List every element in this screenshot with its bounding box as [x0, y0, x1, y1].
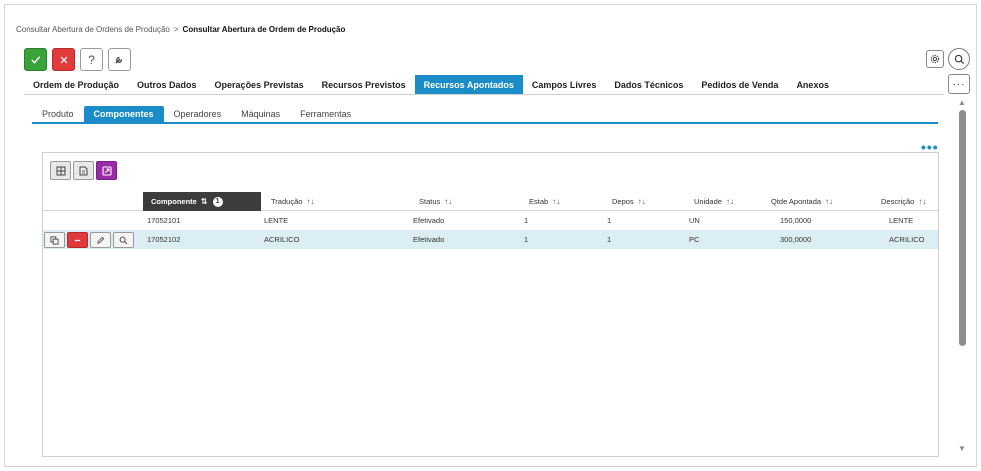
breadcrumb-current: Consultar Abertura de Ordem de Produção — [182, 25, 346, 34]
row-actions — [44, 232, 134, 248]
global-search-button[interactable] — [948, 48, 970, 70]
tab-ordem-de-producao[interactable]: Ordem de Produção — [24, 75, 128, 94]
grid-toolbar — [50, 161, 117, 180]
view-row-button[interactable] — [113, 232, 134, 248]
breadcrumb-separator: > — [173, 25, 179, 34]
cell-depos: 1 — [607, 235, 612, 244]
cell-qtde-apontada: 150,0000 — [780, 216, 812, 225]
column-header-componente[interactable]: Componente ⇅ 1 — [143, 192, 261, 211]
subtab-operadores[interactable]: Operadores — [164, 106, 232, 122]
cell-estab: 1 — [524, 235, 529, 244]
scrollbar-thumb[interactable] — [959, 110, 966, 346]
cell-componente: 17052102 — [147, 235, 181, 244]
column-header-traducao[interactable]: Tradução ↑↓ — [271, 192, 314, 211]
grid-header: Componente ⇅ 1 Tradução ↑↓ Status ↑↓ Est… — [43, 192, 938, 211]
cancel-button[interactable] — [52, 48, 75, 71]
sort-icon: ↑↓ — [552, 197, 561, 206]
expand-icon — [101, 165, 112, 176]
tab-recursos-previstos[interactable]: Recursos Previstos — [313, 75, 415, 94]
sort-order-badge: 1 — [212, 196, 223, 207]
table-row-selected[interactable]: 17052102 ACRILICO Efetivado 1 1 PC 300,0… — [43, 230, 938, 249]
tab-outros-dados[interactable]: Outros Dados — [128, 75, 206, 94]
column-header-status[interactable]: Status ↑↓ — [419, 192, 452, 211]
sort-icon: ⇅ — [200, 197, 208, 206]
column-header-label: Componente — [151, 197, 197, 206]
delete-row-button[interactable] — [67, 232, 88, 248]
tools-button[interactable] — [108, 48, 131, 71]
sort-icon: ↑↓ — [306, 197, 315, 206]
sort-icon: ↑↓ — [825, 197, 834, 206]
close-icon — [60, 56, 67, 63]
settings-button[interactable] — [926, 50, 944, 68]
column-header-label: Status — [419, 197, 441, 206]
gear-icon — [930, 54, 940, 64]
tab-operacoes-previstas[interactable]: Operações Previstas — [206, 75, 313, 94]
wrench-icon — [115, 56, 123, 64]
cell-unidade: UN — [689, 216, 700, 225]
copy-row-button[interactable] — [44, 232, 65, 248]
subtab-produto[interactable]: Produto — [32, 106, 84, 122]
tab-campos-livres[interactable]: Campos Livres — [523, 75, 606, 94]
cell-depos: 1 — [607, 216, 612, 225]
grid-columns-button[interactable] — [50, 161, 71, 180]
sort-icon: ↑↓ — [637, 197, 646, 206]
action-toolbar: ? — [24, 48, 131, 71]
column-header-label: Estab — [529, 197, 549, 206]
more-actions-button[interactable]: ··· — [948, 74, 970, 94]
column-header-depos[interactable]: Depos ↑↓ — [612, 192, 646, 211]
column-header-label: Depos — [612, 197, 634, 206]
top-right-tools — [926, 48, 970, 70]
edit-row-button[interactable] — [90, 232, 111, 248]
grid-maximize-button[interactable] — [96, 161, 117, 180]
cell-componente: 17052101 — [147, 216, 181, 225]
tab-anexos[interactable]: Anexos — [787, 75, 838, 94]
cell-unidade: PC — [689, 235, 700, 244]
column-header-label: Tradução — [271, 197, 303, 206]
scroll-down-arrow-icon[interactable]: ▼ — [958, 444, 966, 453]
document-icon — [79, 166, 88, 175]
confirm-button[interactable] — [24, 48, 47, 71]
search-icon — [954, 54, 964, 64]
cell-descricao: ACRILICO — [889, 235, 925, 244]
components-grid: Componente ⇅ 1 Tradução ↑↓ Status ↑↓ Est… — [42, 152, 939, 457]
help-button[interactable]: ? — [80, 48, 103, 71]
grid-icon — [56, 166, 65, 175]
check-icon — [31, 56, 41, 64]
sort-icon: ↑↓ — [444, 197, 453, 206]
table-row[interactable]: 17052101 LENTE Efetivado 1 1 UN 150,0000… — [43, 211, 938, 230]
column-header-qtde-apontada[interactable]: Qtde Apontada ↑↓ — [771, 192, 833, 211]
page-scrollbar[interactable]: ▲ ▼ — [957, 98, 969, 457]
subtab-maquinas[interactable]: Máquinas — [231, 106, 290, 122]
subtab-componentes[interactable]: Componentes — [83, 106, 164, 122]
main-tabs: Ordem de Produção Outros Dados Operações… — [24, 75, 944, 95]
cell-traducao: LENTE — [264, 216, 289, 225]
column-header-estab[interactable]: Estab ↑↓ — [529, 192, 560, 211]
cell-status: Efetivado — [413, 235, 445, 244]
pencil-icon — [97, 236, 105, 244]
tab-dados-tecnicos[interactable]: Dados Técnicos — [605, 75, 692, 94]
cell-status: Efetivado — [413, 216, 445, 225]
copy-icon — [50, 235, 59, 245]
search-icon — [119, 236, 128, 244]
column-header-unidade[interactable]: Unidade ↑↓ — [694, 192, 734, 211]
sub-tabs: Produto Componentes Operadores Máquinas … — [32, 106, 938, 124]
cell-traducao: ACRILICO — [264, 235, 300, 244]
breadcrumb: Consultar Abertura de Ordens de Produção… — [16, 25, 345, 34]
breadcrumb-parent-link[interactable]: Consultar Abertura de Ordens de Produção — [16, 25, 170, 34]
column-header-label: Qtde Apontada — [771, 197, 822, 206]
scroll-up-arrow-icon[interactable]: ▲ — [958, 98, 966, 107]
grid-export-button[interactable] — [73, 161, 94, 180]
cell-qtde-apontada: 300,0000 — [780, 235, 812, 244]
column-header-descricao[interactable]: Descrição ↑↓ — [881, 192, 926, 211]
sort-icon: ↑↓ — [918, 197, 927, 206]
column-header-label: Unidade — [694, 197, 722, 206]
tab-recursos-apontados[interactable]: Recursos Apontados — [414, 75, 523, 94]
tab-pedidos-de-venda[interactable]: Pedidos de Venda — [692, 75, 787, 94]
cell-descricao: LENTE — [889, 216, 914, 225]
subtab-ferramentas[interactable]: Ferramentas — [290, 106, 361, 122]
sort-icon: ↑↓ — [725, 197, 734, 206]
minus-icon — [74, 239, 81, 241]
cell-estab: 1 — [524, 216, 529, 225]
column-header-label: Descrição — [881, 197, 915, 206]
